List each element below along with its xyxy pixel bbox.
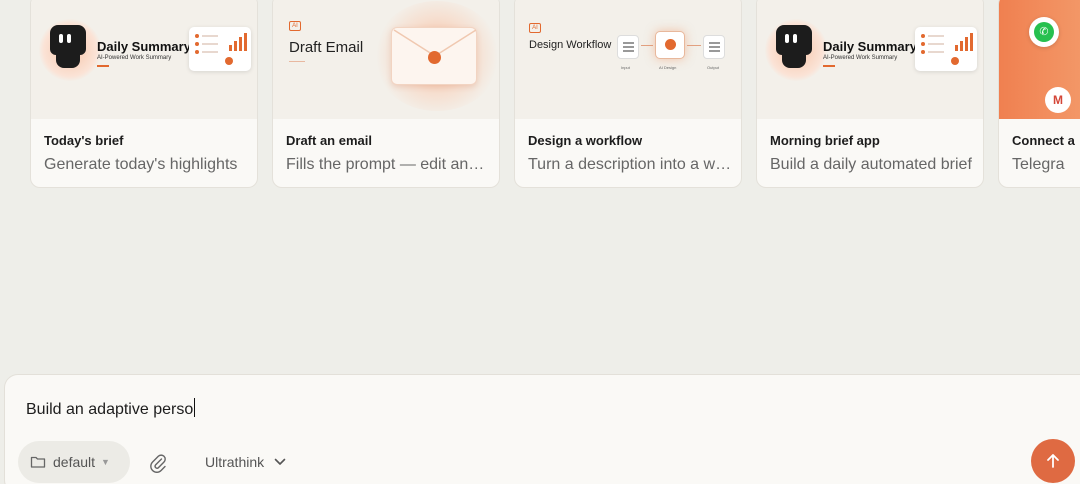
card-title: Today's brief [44, 133, 124, 148]
template-cards-row: Daily Summary AI-Powered Work Summary To… [0, 0, 1080, 190]
card-thumbnail: AI Draft Email [273, 0, 499, 119]
node-caption: AI Design [659, 65, 677, 70]
card-thumbnail: Daily Summary AI-Powered Work Summary [31, 0, 257, 119]
thumb-divider [97, 65, 109, 67]
ai-tag-icon: AI [289, 21, 301, 31]
attach-button[interactable] [149, 453, 167, 473]
card-design-workflow[interactable]: AI Design Workflow Input AI Design Outpu… [514, 0, 742, 188]
robot-avatar-icon [776, 25, 812, 55]
card-todays-brief[interactable]: Daily Summary AI-Powered Work Summary To… [30, 0, 258, 188]
robot-avatar-body [56, 52, 80, 68]
card-title: Draft an email [286, 133, 372, 148]
node-caption: Input [621, 65, 630, 70]
card-morning-brief-app[interactable]: Daily Summary AI-Powered Work Summary Mo… [756, 0, 984, 188]
prompt-input[interactable]: Build an adaptive perso [26, 398, 196, 419]
thinking-mode-selector[interactable]: Ultrathink [205, 454, 286, 470]
chevron-down-icon: ▼ [101, 457, 110, 467]
ai-design-node-icon [655, 31, 685, 59]
text-caret [194, 398, 196, 417]
chevron-down-icon [274, 458, 286, 465]
output-document-icon [703, 35, 725, 59]
robot-avatar-body [782, 52, 806, 68]
folder-label: default [53, 454, 96, 470]
card-connect-apps[interactable]: ✆ M Connect a Telegra [998, 0, 1080, 188]
prompt-composer: Build an adaptive perso default ▼ Ultrat… [4, 374, 1080, 484]
robot-avatar-icon [50, 25, 86, 55]
thumb-heading: Draft Email [289, 39, 364, 56]
envelope-icon [391, 27, 477, 85]
arrow-icon [687, 45, 701, 46]
card-title: Connect a [1012, 133, 1075, 148]
thinking-mode-label: Ultrathink [205, 454, 265, 470]
card-description: Telegra [1012, 156, 1065, 173]
thumb-subheading: AI-Powered Work Summary [823, 55, 898, 61]
summary-panel-icon [189, 27, 251, 71]
whatsapp-icon: ✆ [1029, 17, 1059, 47]
arrow-icon [641, 45, 653, 46]
thumb-heading: Daily Summary [97, 39, 191, 54]
card-thumbnail: ✆ M [999, 0, 1080, 119]
card-description: Generate today's highlights [44, 156, 238, 173]
card-description: Fills the prompt — edit and send [286, 156, 491, 173]
thumb-heading: Daily Summary [823, 39, 917, 54]
prompt-text: Build an adaptive perso [26, 401, 194, 418]
arrow-up-icon [1047, 454, 1059, 468]
card-description: Build a daily automated brief [770, 156, 972, 173]
thumb-divider [823, 65, 835, 67]
summary-panel-icon [915, 27, 977, 71]
thumb-subheading: AI-Powered Work Summary [97, 55, 172, 61]
thumb-heading: Design Workflow [529, 39, 612, 51]
document-icon [617, 35, 639, 59]
paperclip-icon [150, 454, 166, 473]
card-title: Design a workflow [528, 133, 643, 148]
folder-selector[interactable]: default ▼ [18, 441, 130, 483]
card-draft-email[interactable]: AI Draft Email Draft an email Fills the … [272, 0, 500, 188]
send-button[interactable] [1031, 439, 1075, 483]
folder-icon [30, 456, 46, 468]
node-caption: Output [707, 65, 720, 70]
card-thumbnail: AI Design Workflow Input AI Design Outpu… [515, 0, 741, 119]
card-description: Turn a description into a workflow [528, 156, 733, 173]
card-title: Morning brief app [770, 133, 880, 148]
thumb-divider [289, 61, 305, 62]
card-thumbnail: Daily Summary AI-Powered Work Summary [757, 0, 983, 119]
ai-tag-icon: AI [529, 23, 541, 33]
gmail-icon: M [1045, 87, 1071, 113]
